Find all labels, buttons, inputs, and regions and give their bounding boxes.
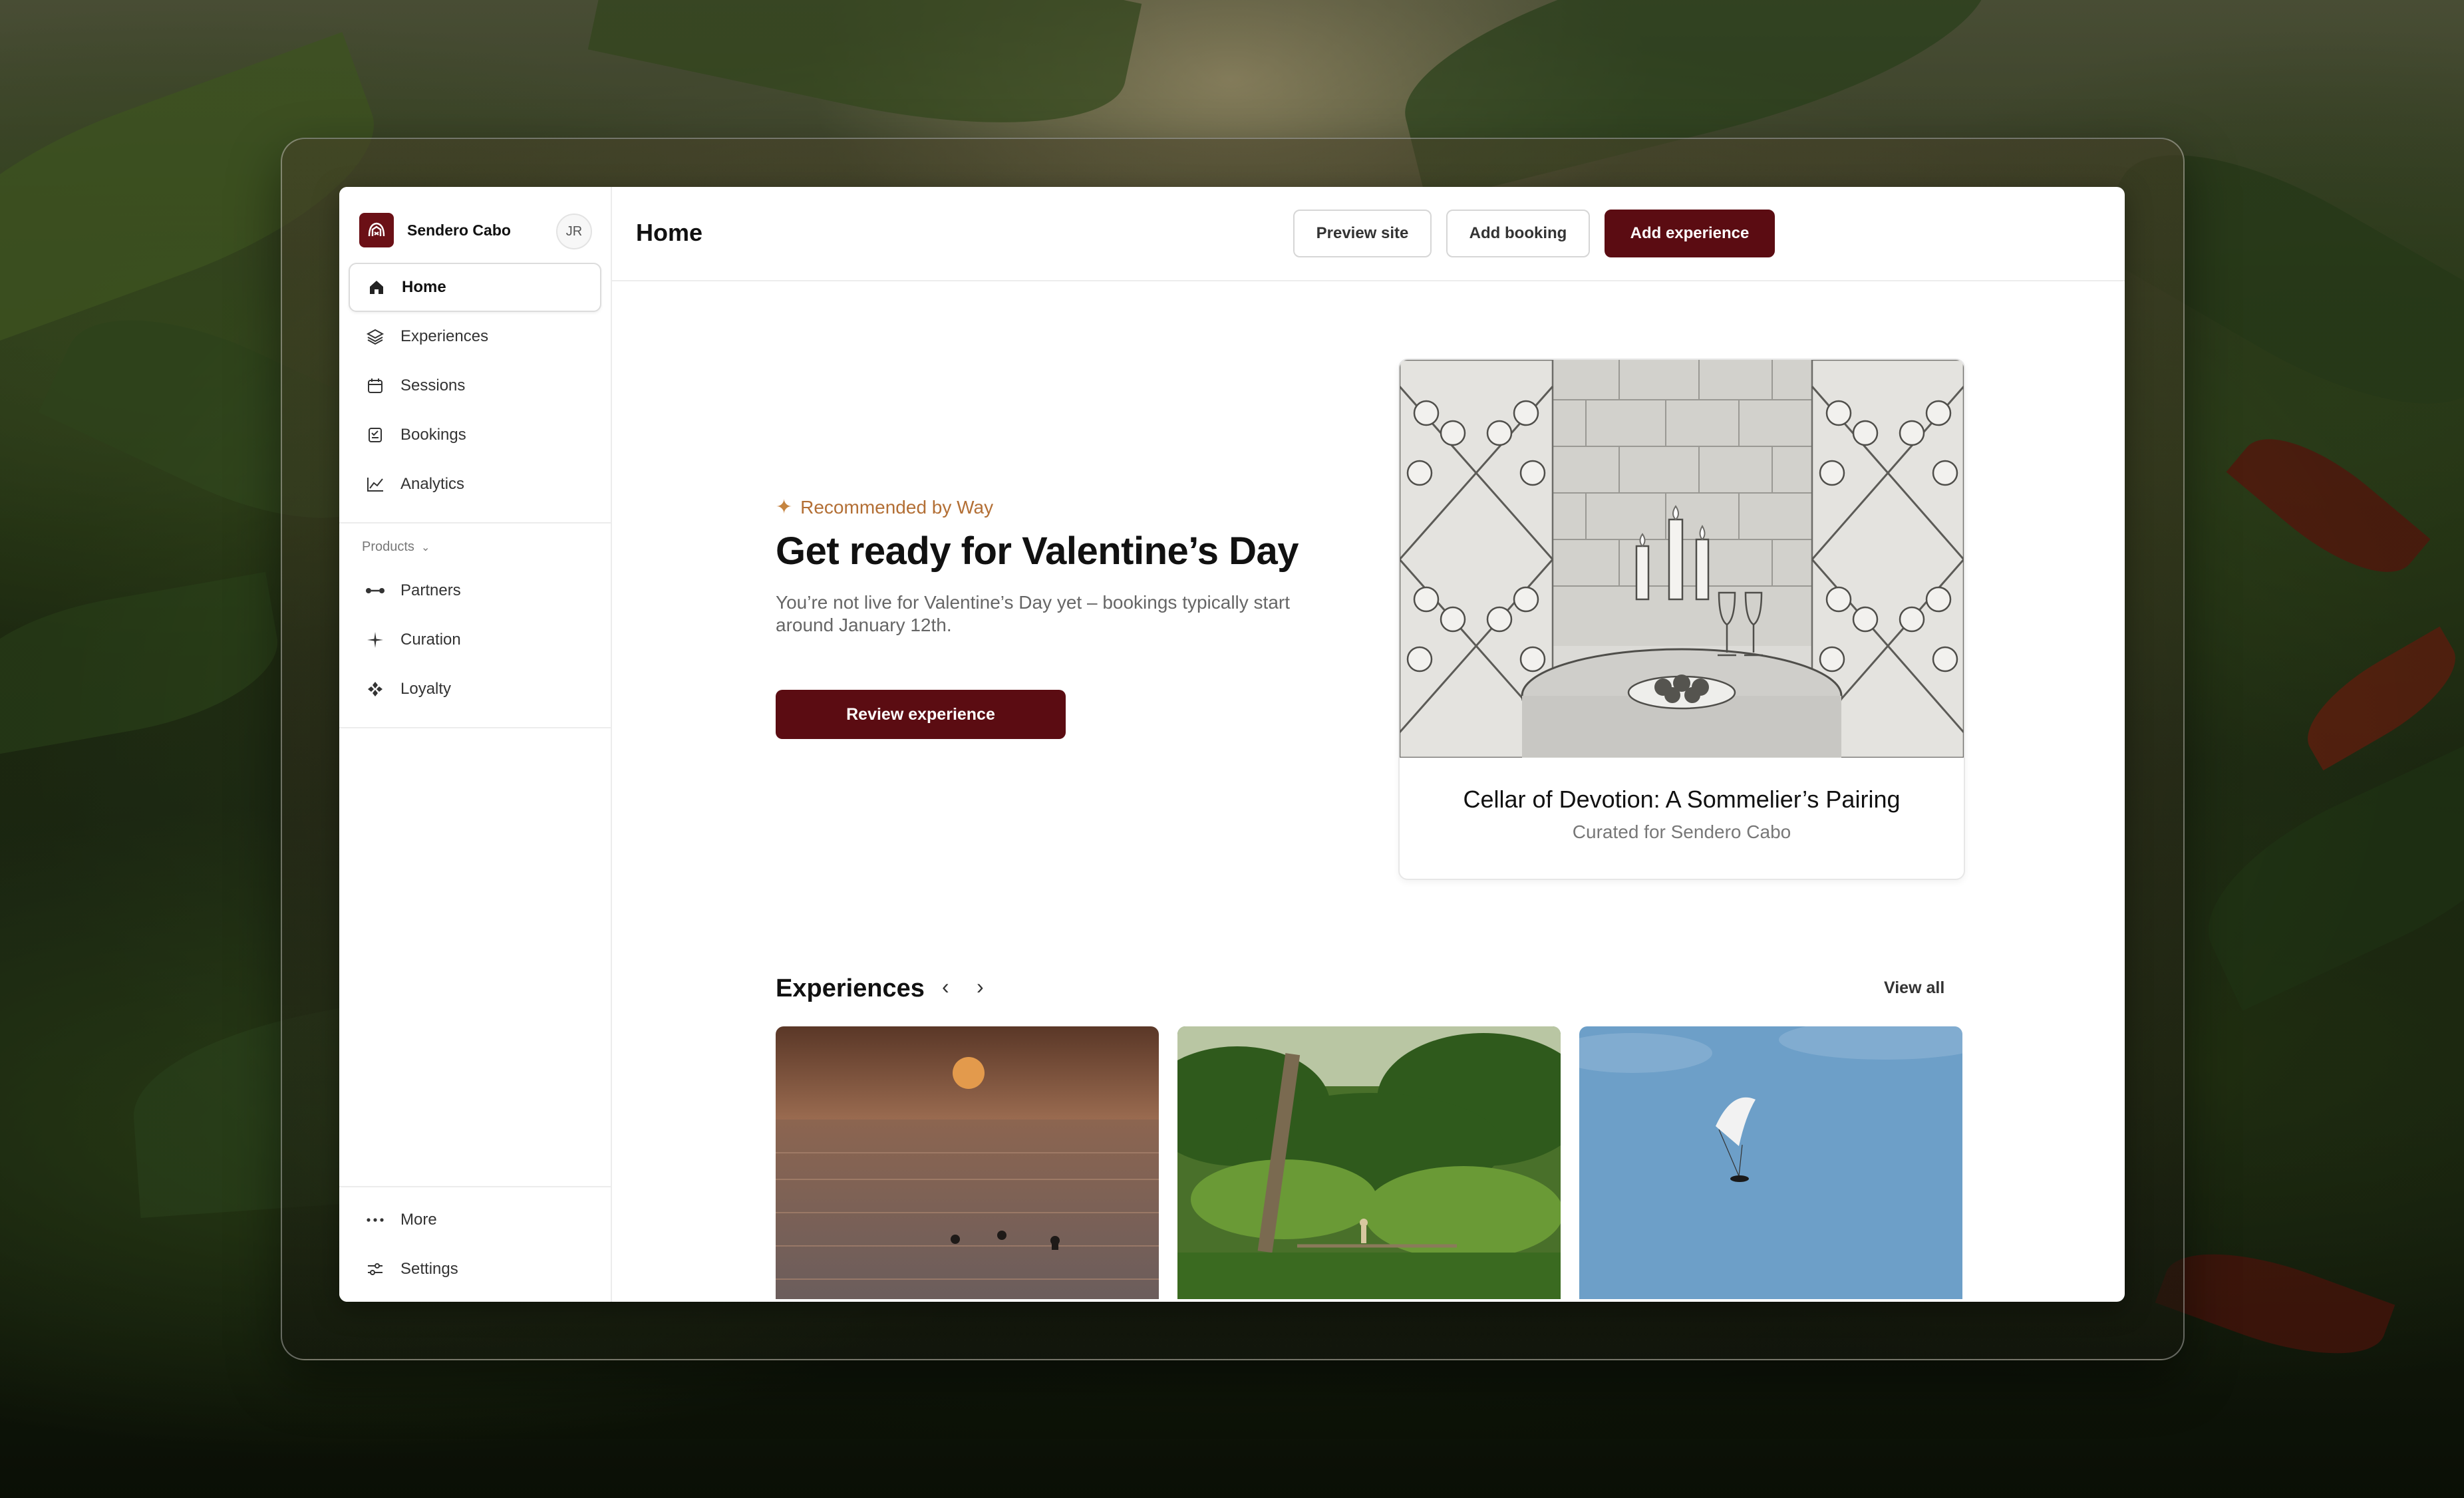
calendar-icon: [365, 375, 386, 396]
featured-subtitle: Curated for Sendero Cabo: [1572, 822, 1791, 842]
sidebar-item-label: More: [400, 1211, 437, 1229]
sidebar-item-label: Settings: [400, 1260, 458, 1278]
sidebar-item-label: Analytics: [400, 475, 465, 493]
partners-icon: [365, 580, 386, 601]
sparkle-icon: ✦: [776, 496, 793, 518]
review-experience-button[interactable]: Review experience: [776, 690, 1066, 739]
page-title: Home: [636, 219, 703, 246]
bookings-icon: [365, 424, 386, 446]
featured-experience-card[interactable]: Cellar of Devotion: A Sommelier’s Pairin…: [1398, 359, 1965, 880]
chevron-left-icon[interactable]: ‹: [942, 974, 949, 999]
sidebar-item-analytics[interactable]: Analytics: [349, 460, 601, 509]
experience-card-paraglide[interactable]: [1579, 1026, 1962, 1299]
divider: [339, 522, 611, 524]
recommendation-tag: ✦ Recommended by Way: [776, 496, 993, 519]
sidebar-item-label: Sessions: [400, 376, 466, 394]
sidebar-item-label: Experiences: [400, 327, 489, 345]
sidebar-item-label: Curation: [400, 631, 461, 649]
divider: [339, 1186, 611, 1187]
products-section-toggle[interactable]: Products ⌄: [362, 539, 430, 555]
brand-logo-icon: [359, 213, 394, 247]
footer-nav: More Settings: [349, 1195, 601, 1294]
sidebar-item-label: Home: [402, 278, 446, 296]
sidebar-item-partners[interactable]: Partners: [349, 566, 601, 615]
brand-name: Sendero Cabo: [407, 221, 511, 239]
products-nav: Partners Curation Loyalty: [349, 566, 601, 714]
add-booking-button[interactable]: Add booking: [1446, 210, 1590, 257]
sidebar-item-home[interactable]: Home: [349, 263, 601, 312]
workspace-switcher[interactable]: Sendero Cabo JR: [359, 212, 592, 249]
add-experience-button[interactable]: Add experience: [1605, 210, 1775, 257]
main-nav: Home Experiences Sessions Bookings Analy…: [349, 263, 601, 509]
sidebar-item-experiences[interactable]: Experiences: [349, 312, 601, 361]
layers-icon: [365, 326, 386, 347]
avatar[interactable]: JR: [556, 214, 592, 249]
recommendation-label: Recommended by Way: [800, 496, 994, 518]
sidebar-item-label: Bookings: [400, 426, 466, 444]
featured-title: Cellar of Devotion: A Sommelier’s Pairin…: [1463, 786, 1901, 813]
section-label: Products: [362, 539, 414, 554]
sidebar-item-more[interactable]: More: [349, 1195, 601, 1245]
sidebar-item-curation[interactable]: Curation: [349, 615, 601, 665]
experience-card-jungle[interactable]: [1177, 1026, 1561, 1299]
loyalty-icon: [365, 678, 386, 700]
preview-site-button[interactable]: Preview site: [1293, 210, 1432, 257]
view-all-link[interactable]: View all: [1884, 978, 1944, 998]
sidebar-item-sessions[interactable]: Sessions: [349, 361, 601, 410]
chevron-down-icon: ⌄: [420, 541, 430, 553]
sidebar-item-label: Loyalty: [400, 680, 452, 698]
app-window: Sendero Cabo JR Home Experiences Session…: [339, 187, 2125, 1302]
home-icon: [366, 277, 387, 298]
sidebar-item-bookings[interactable]: Bookings: [349, 410, 601, 460]
more-icon: [365, 1209, 386, 1231]
sidebar-item-loyalty[interactable]: Loyalty: [349, 665, 601, 714]
sidebar: Sendero Cabo JR Home Experiences Session…: [339, 187, 612, 1302]
top-bar: Home Preview site Add booking Add experi…: [611, 187, 2125, 281]
sidebar-item-label: Partners: [400, 581, 461, 599]
divider: [339, 727, 611, 728]
experiences-heading: Experiences: [776, 974, 925, 1002]
sparkle-icon: [365, 629, 386, 651]
chevron-right-icon[interactable]: ›: [977, 974, 984, 999]
hero-subtitle: You’re not live for Valentine’s Day yet …: [776, 592, 1291, 635]
experience-card-surf[interactable]: [776, 1026, 1159, 1299]
sidebar-item-settings[interactable]: Settings: [349, 1245, 601, 1294]
chart-line-icon: [365, 474, 386, 495]
hero-title: Get ready for Valentine’s Day: [776, 529, 1299, 573]
featured-image: [1400, 360, 1964, 759]
sliders-icon: [365, 1259, 386, 1280]
